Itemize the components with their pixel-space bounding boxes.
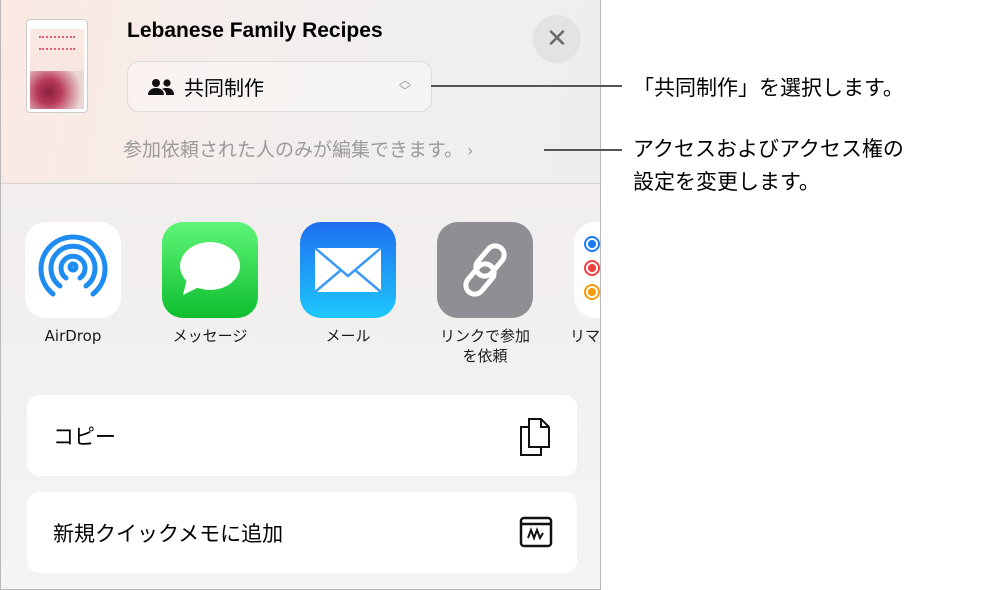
- share-invite-with-link[interactable]: リンクで参加 を依頼: [437, 222, 533, 366]
- share-airdrop[interactable]: AirDrop: [25, 222, 121, 346]
- document-title: Lebanese Family Recipes: [127, 19, 383, 42]
- app-label: AirDrop: [44, 327, 102, 345]
- quick-note-icon: [519, 516, 553, 548]
- close-button[interactable]: ✕: [533, 15, 581, 63]
- copy-action[interactable]: コピー: [27, 395, 577, 476]
- app-label: メッセージ: [172, 327, 248, 345]
- people-icon: [148, 78, 174, 95]
- action-label: 新規クイックメモに追加: [53, 521, 284, 546]
- add-to-quick-note-action[interactable]: 新規クイックメモに追加: [27, 492, 577, 573]
- share-mail[interactable]: メール: [300, 222, 396, 346]
- app-label: メール: [325, 327, 371, 345]
- callout-line: [544, 149, 622, 151]
- access-summary-text: 参加依頼された人のみが編集できます。: [123, 139, 464, 161]
- messages-icon: [162, 222, 258, 318]
- mail-icon: [300, 222, 396, 318]
- action-label: コピー: [53, 424, 116, 449]
- close-icon: ✕: [546, 24, 568, 54]
- airdrop-icon: [25, 222, 121, 318]
- chevron-right-icon: ›: [467, 141, 474, 160]
- access-settings-link[interactable]: 参加依頼された人のみが編集できます。 ›: [123, 135, 474, 162]
- callout-collaborate: 「共同制作」を選択します。: [633, 76, 904, 100]
- app-label: リマ: [570, 327, 601, 345]
- share-sheet: Lebanese Family Recipes 共同制作 ︿ ﹀ ✕ 参加依頼され…: [0, 0, 601, 590]
- copy-icon: [520, 418, 550, 456]
- share-reminders[interactable]: リマ: [570, 222, 600, 346]
- share-messages[interactable]: メッセージ: [162, 222, 258, 346]
- collaboration-mode-popup[interactable]: 共同制作 ︿ ﹀: [127, 61, 432, 112]
- collaboration-mode-label: 共同制作: [184, 76, 264, 100]
- reminders-icon: [574, 222, 600, 318]
- document-thumbnail: [26, 19, 88, 113]
- divider: [1, 183, 600, 184]
- link-icon: [437, 222, 533, 318]
- app-label: リンクで参加 を依頼: [439, 327, 530, 365]
- callout-access-settings: アクセスおよびアクセス権の 設定を変更します。: [633, 137, 904, 194]
- up-down-chevron-icon: ︿ ﹀: [398, 73, 411, 98]
- callout-line: [431, 85, 622, 87]
